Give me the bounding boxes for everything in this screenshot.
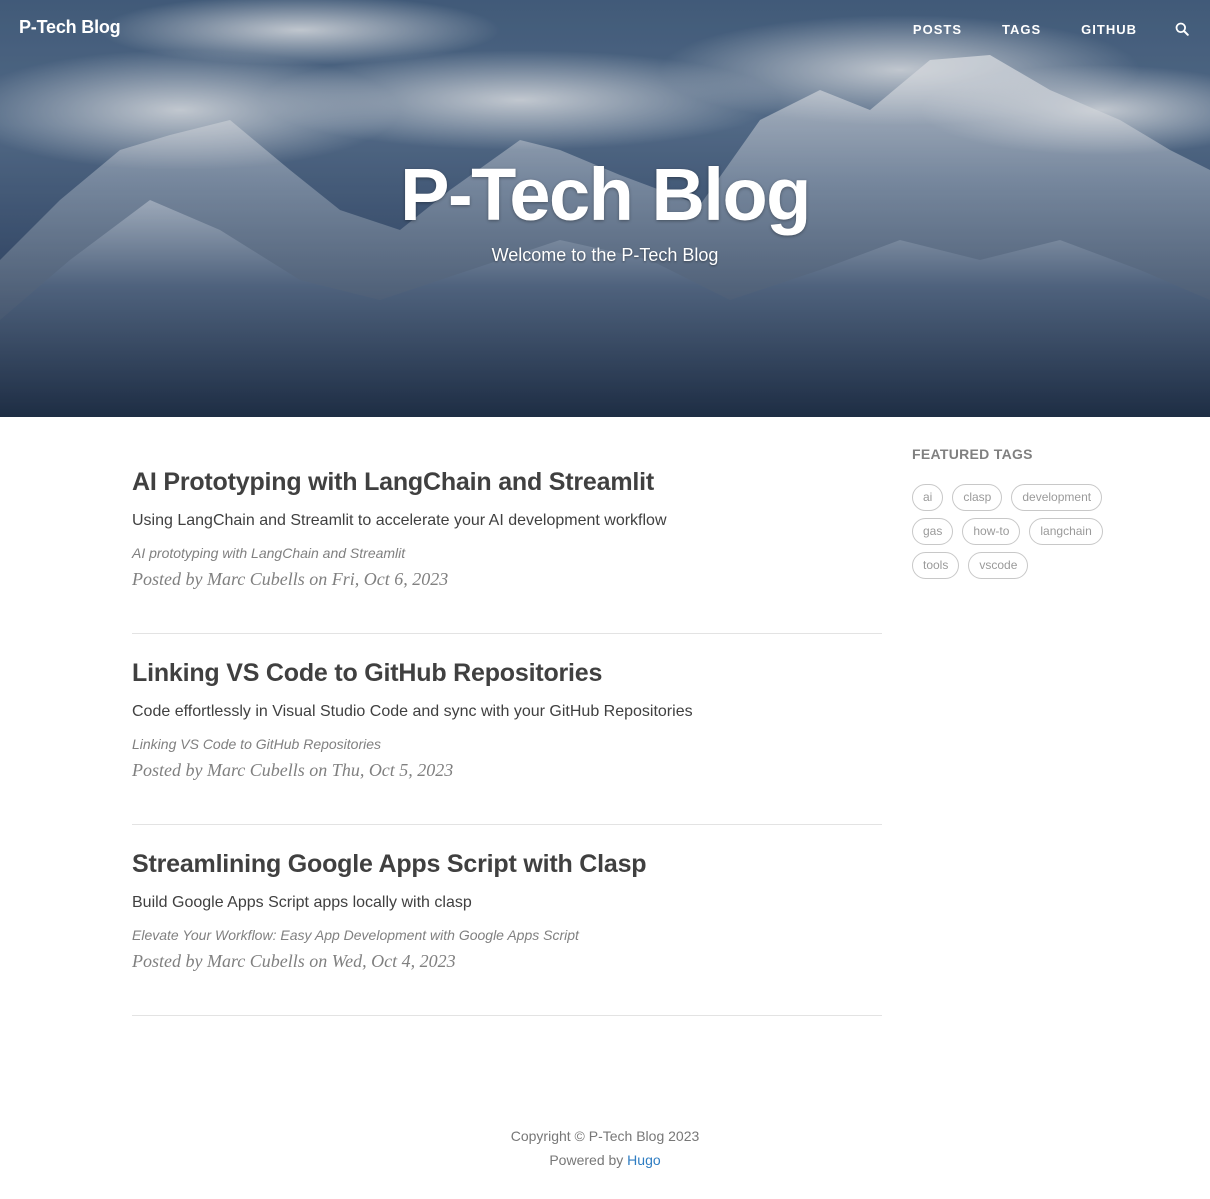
hero-header: P-Tech Blog Posts Tags GitHub P-Tech Blo… [0,0,1210,417]
nav-posts[interactable]: Posts [913,22,962,37]
post-meta: Posted by Marc Cubells on Thu, Oct 5, 20… [132,760,454,780]
nav-github[interactable]: GitHub [1081,22,1137,37]
post-excerpt: AI prototyping with LangChain and Stream… [132,545,406,561]
post-list: AI Prototyping with LangChain and Stream… [132,444,882,1017]
powered-by-line: Powered by Hugo [0,1148,1210,1172]
hero-title: P-Tech Blog [400,153,811,236]
top-nav: Posts Tags GitHub [873,0,1210,58]
post-subtitle: Using LangChain and Streamlit to acceler… [132,512,667,529]
post-title-link[interactable]: AI Prototyping with LangChain and Stream… [132,468,654,497]
tag-ai[interactable]: ai [912,484,944,511]
featured-tags-sidebar: Featured Tags ai clasp development gas h… [912,446,1122,586]
post-meta: Posted by Marc Cubells on Fri, Oct 6, 20… [132,569,449,589]
page-footer: Copyright © P-Tech Blog 2023 Powered by … [0,1124,1210,1172]
post-preview-item: Streamlining Google Apps Script with Cla… [132,826,882,1016]
tag-langchain[interactable]: langchain [1029,518,1103,545]
tag-clasp[interactable]: clasp [952,484,1003,511]
tag-vscode[interactable]: vscode [968,552,1029,579]
post-title-link[interactable]: Linking VS Code to GitHub Repositories [132,659,602,688]
post-subtitle: Code effortlessly in Visual Studio Code … [132,703,693,720]
tag-tools[interactable]: tools [912,552,960,579]
post-excerpt: Elevate Your Workflow: Easy App Developm… [132,927,579,943]
hero-subtitle: Welcome to the P-Tech Blog [491,245,719,265]
post-excerpt: Linking VS Code to GitHub Repositories [132,736,382,752]
brand-link[interactable]: P-Tech Blog [19,17,121,38]
hugo-link[interactable]: Hugo [627,1152,660,1168]
tag-cloud: ai clasp development gas how-to langchai… [912,484,1122,586]
tag-how-to[interactable]: how-to [962,518,1021,545]
post-meta: Posted by Marc Cubells on Wed, Oct 4, 20… [132,951,456,971]
copyright-text: Copyright © P-Tech Blog 2023 [510,1128,700,1144]
post-preview-item: Linking VS Code to GitHub Repositories C… [132,635,882,825]
nav-tags[interactable]: Tags [1002,22,1041,37]
tag-gas[interactable]: gas [912,518,954,545]
post-subtitle: Build Google Apps Script apps locally wi… [132,894,472,911]
search-icon[interactable] [1175,22,1189,36]
post-title-link[interactable]: Streamlining Google Apps Script with Cla… [132,850,647,879]
featured-tags-heading: Featured Tags [912,446,1033,462]
post-preview-item: AI Prototyping with LangChain and Stream… [132,444,882,634]
tag-development[interactable]: development [1011,484,1103,511]
powered-by-label: Powered by [549,1152,624,1168]
